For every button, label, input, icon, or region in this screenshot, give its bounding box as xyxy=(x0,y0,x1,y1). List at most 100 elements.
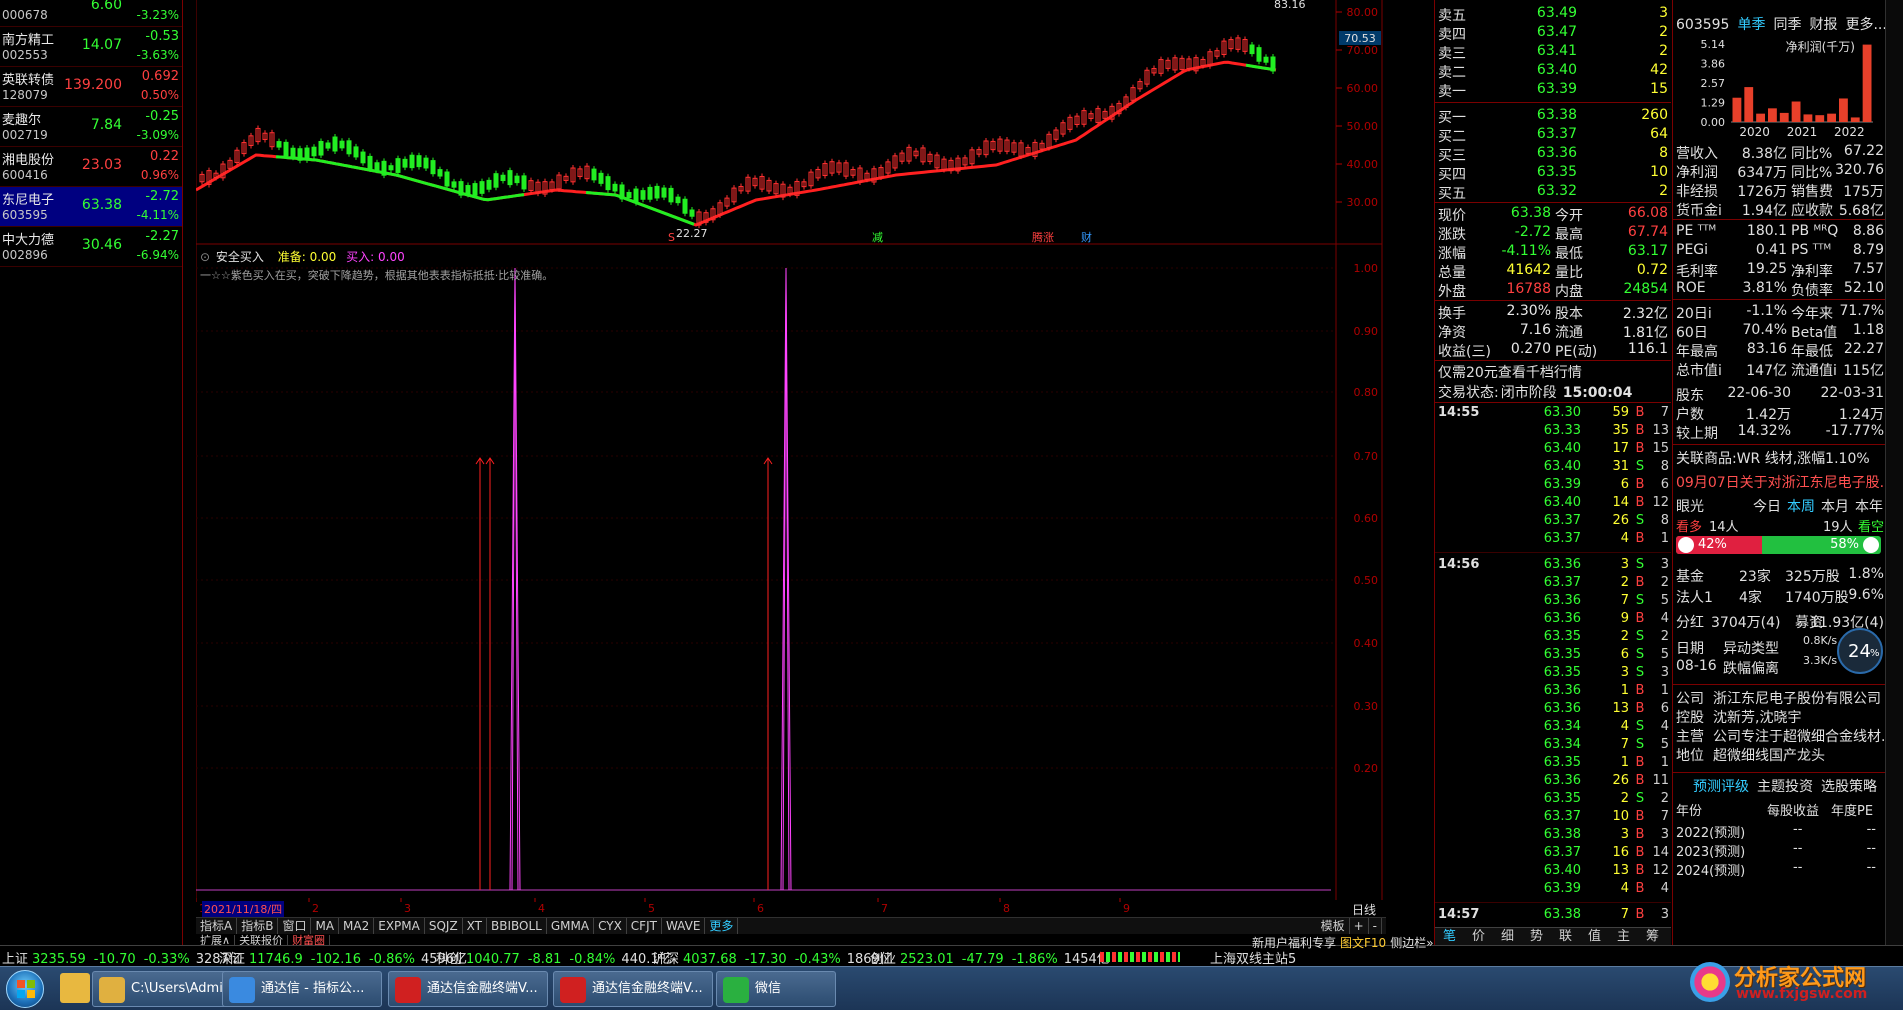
quote-tab[interactable]: 主 xyxy=(1609,928,1638,945)
profit-axis-label: 5.14 xyxy=(1701,38,1726,51)
bid-row: 买五 63.32 2 xyxy=(1435,182,1671,202)
start-button[interactable] xyxy=(6,970,44,1008)
indicator-tab[interactable]: XT xyxy=(463,918,488,934)
watchlist-row[interactable]: 湘电股份 600416 23.03 0.22 0.96% xyxy=(0,147,182,187)
watchlist-row[interactable]: 麦趣尔 002719 7.84 -0.25 -3.09% xyxy=(0,107,182,147)
promo-text[interactable]: 仅需20元查看千档行情 xyxy=(1438,362,1582,382)
forecast-row: 2023(预测) -- -- xyxy=(1673,841,1886,860)
profit-bar-chart: 5.14 3.86 2.57 1.29 0.00 2020 2021 2022 xyxy=(1701,38,1873,139)
tick-time: 14:55 xyxy=(1438,405,1480,420)
indicator-tab[interactable]: 窗口 xyxy=(278,918,312,934)
eye-period-tab[interactable]: 今日 xyxy=(1753,496,1781,516)
indicator-tab[interactable]: EXPMA xyxy=(374,918,425,934)
watchlist-row[interactable]: 南方精工 002553 14.07 -0.53 -3.63% xyxy=(0,27,182,67)
candle-body xyxy=(388,165,394,171)
ask-volume: 2 xyxy=(1659,43,1668,59)
watchlist-row[interactable]: 000678 6.60 -3.23% xyxy=(0,0,182,27)
high-price-label: 83.16 xyxy=(1274,0,1306,11)
f10-bottom-tab[interactable]: 选股策略 xyxy=(1821,779,1877,795)
f10-top-tab[interactable]: 更多... xyxy=(1845,17,1886,33)
candle-body xyxy=(444,171,450,187)
eye-period-tab[interactable]: 本月 xyxy=(1821,496,1849,516)
indicator-header[interactable]: ⊙ 安全买入 准备: 0.00 买入: 0.00 xyxy=(200,248,405,265)
kline-chart[interactable]: 80.00 70.00 60.00 50.00 40.00 30.00 70.53 83.16… xyxy=(196,0,1386,945)
index-item[interactable]: 科创 1040.77 -8.81 -0.84% 440.1亿 xyxy=(436,948,672,967)
quote-tab[interactable]: 细 xyxy=(1493,928,1522,945)
f10-top-tab[interactable]: 单季 xyxy=(1737,17,1765,33)
fund-label: 法人1 xyxy=(1676,590,1713,606)
indicator-tab[interactable]: WAVE xyxy=(662,918,706,934)
promo-link[interactable]: 图文F10 xyxy=(1340,936,1386,950)
f10-top-tab[interactable]: 同季 xyxy=(1773,17,1801,33)
template-control[interactable]: + xyxy=(1350,918,1369,934)
tick-count: 14 xyxy=(1652,845,1669,860)
tick-count: 5 xyxy=(1660,593,1669,608)
tick-count: 12 xyxy=(1652,863,1669,878)
tick-row: 63.37 4 B 1 xyxy=(1435,530,1671,548)
f10-metric-row: 20日i -1.1% 今年来 71.7% xyxy=(1673,302,1886,322)
eye-period-tab[interactable]: 本年 xyxy=(1855,496,1883,516)
watchlist-row[interactable]: 英联转债 128079 139.200 0.692 0.50% xyxy=(0,67,182,107)
indicator-tab[interactable]: BBIBOLL xyxy=(487,918,547,934)
price-axis-label: 40.00 xyxy=(1347,158,1379,171)
metric-label: 同比% xyxy=(1791,146,1833,162)
thumb-down-icon[interactable] xyxy=(1863,537,1879,553)
stat-value: -4.11% xyxy=(1501,243,1551,259)
promo-link[interactable]: 新用户福利专享 xyxy=(1252,936,1336,950)
f10-metric-row: 年最高 83.16 年最低 22.27 xyxy=(1673,340,1886,360)
tick-side: B xyxy=(1635,531,1645,546)
metric-value: 115亿 xyxy=(1843,363,1884,379)
index-item[interactable]: 沪深 4037.68 -17.30 -0.43% 1869亿 xyxy=(653,948,893,967)
promo-link[interactable]: 侧边栏» xyxy=(1390,936,1433,950)
quote-tab[interactable]: 值 xyxy=(1580,928,1609,945)
stat-value: 63.17 xyxy=(1627,243,1668,259)
company-value: 沈新芳,沈晓宇 xyxy=(1713,710,1802,726)
indicator-tab[interactable]: MA2 xyxy=(339,918,375,934)
indicator-toggle-icon[interactable]: ⊙ xyxy=(200,250,210,264)
indicator-tab[interactable]: 指标B xyxy=(237,918,279,934)
stock-code: 002553 xyxy=(2,48,48,62)
indicator-tab[interactable]: SQJZ xyxy=(425,918,463,934)
index-item[interactable]: 深证 11746.9 -102.16 -0.86% 4596亿 xyxy=(219,948,467,967)
f10-bottom-tab[interactable]: 预测评级 xyxy=(1693,779,1749,795)
network-speed-widget[interactable]: 0.8K/s 3.3K/s 24% xyxy=(1783,628,1883,674)
related-commodity[interactable]: 关联商品:WR 线材,涨幅1.10% xyxy=(1673,448,1886,467)
eye-period-tab[interactable]: 本周 xyxy=(1787,496,1815,516)
quote-tab[interactable]: 筹 xyxy=(1638,928,1667,945)
template-control[interactable]: - xyxy=(1369,918,1382,934)
indicator-tab[interactable]: GMMA xyxy=(547,918,595,934)
quote-tab[interactable]: 笔 xyxy=(1435,928,1464,945)
indicator-tab[interactable]: MA xyxy=(311,918,340,934)
indicator-tab[interactable]: 更多 xyxy=(705,918,739,934)
indicator-tab[interactable]: 指标A xyxy=(196,918,238,934)
thumb-up-icon[interactable] xyxy=(1678,537,1694,553)
f10-bottom-tab[interactable]: 主题投资 xyxy=(1757,779,1813,795)
index-item[interactable]: 创业 2523.01 -47.79 -1.86% 1454亿 xyxy=(870,948,1110,967)
quote-tab[interactable]: 联 xyxy=(1551,928,1580,945)
period-label[interactable]: 日线 xyxy=(1352,901,1376,918)
taskbar-window-button[interactable]: 通达信金融终端V... xyxy=(553,971,713,1007)
candle-body xyxy=(472,183,478,196)
taskbar-window-button[interactable]: 通达信 - 指标公... xyxy=(222,971,382,1007)
taskbar-window-button[interactable]: 通达信金融终端V... xyxy=(388,971,548,1007)
taskbar-window-button[interactable]: 微信 xyxy=(716,971,836,1007)
template-control[interactable]: 模板 xyxy=(1317,918,1350,934)
watchlist-row[interactable]: 中大力德 002896 30.46 -2.27 -6.94% xyxy=(0,227,182,267)
indicator-tab[interactable]: CFJT xyxy=(627,918,662,934)
indicator-tab[interactable]: CYX xyxy=(594,918,627,934)
watchlist-row[interactable]: 东尼电子 603595 63.38 -2.72 -4.11% xyxy=(0,187,182,227)
index-item[interactable]: 上证 3235.59 -10.70 -0.33% 3287亿 xyxy=(2,948,242,967)
side-toolbar[interactable] xyxy=(1885,0,1903,945)
news-headline[interactable]: 09月07日关于对浙江东尼电子股... xyxy=(1673,472,1886,491)
quote-tab[interactable]: 势 xyxy=(1522,928,1551,945)
candle-body xyxy=(423,157,429,169)
stock-code: 603595 xyxy=(2,208,48,222)
folder-pin-icon[interactable] xyxy=(60,973,90,1003)
stock-code: 600416 xyxy=(2,168,48,182)
f10-top-tab[interactable]: 财报 xyxy=(1809,17,1837,33)
quote-tab[interactable]: 价 xyxy=(1464,928,1493,945)
tick-row: 63.36 7 S 5 xyxy=(1435,592,1671,610)
candle-body xyxy=(591,168,597,181)
forecast-header: 年份 每股收益 年度PE xyxy=(1673,800,1886,819)
tick-count: 3 xyxy=(1660,665,1669,680)
